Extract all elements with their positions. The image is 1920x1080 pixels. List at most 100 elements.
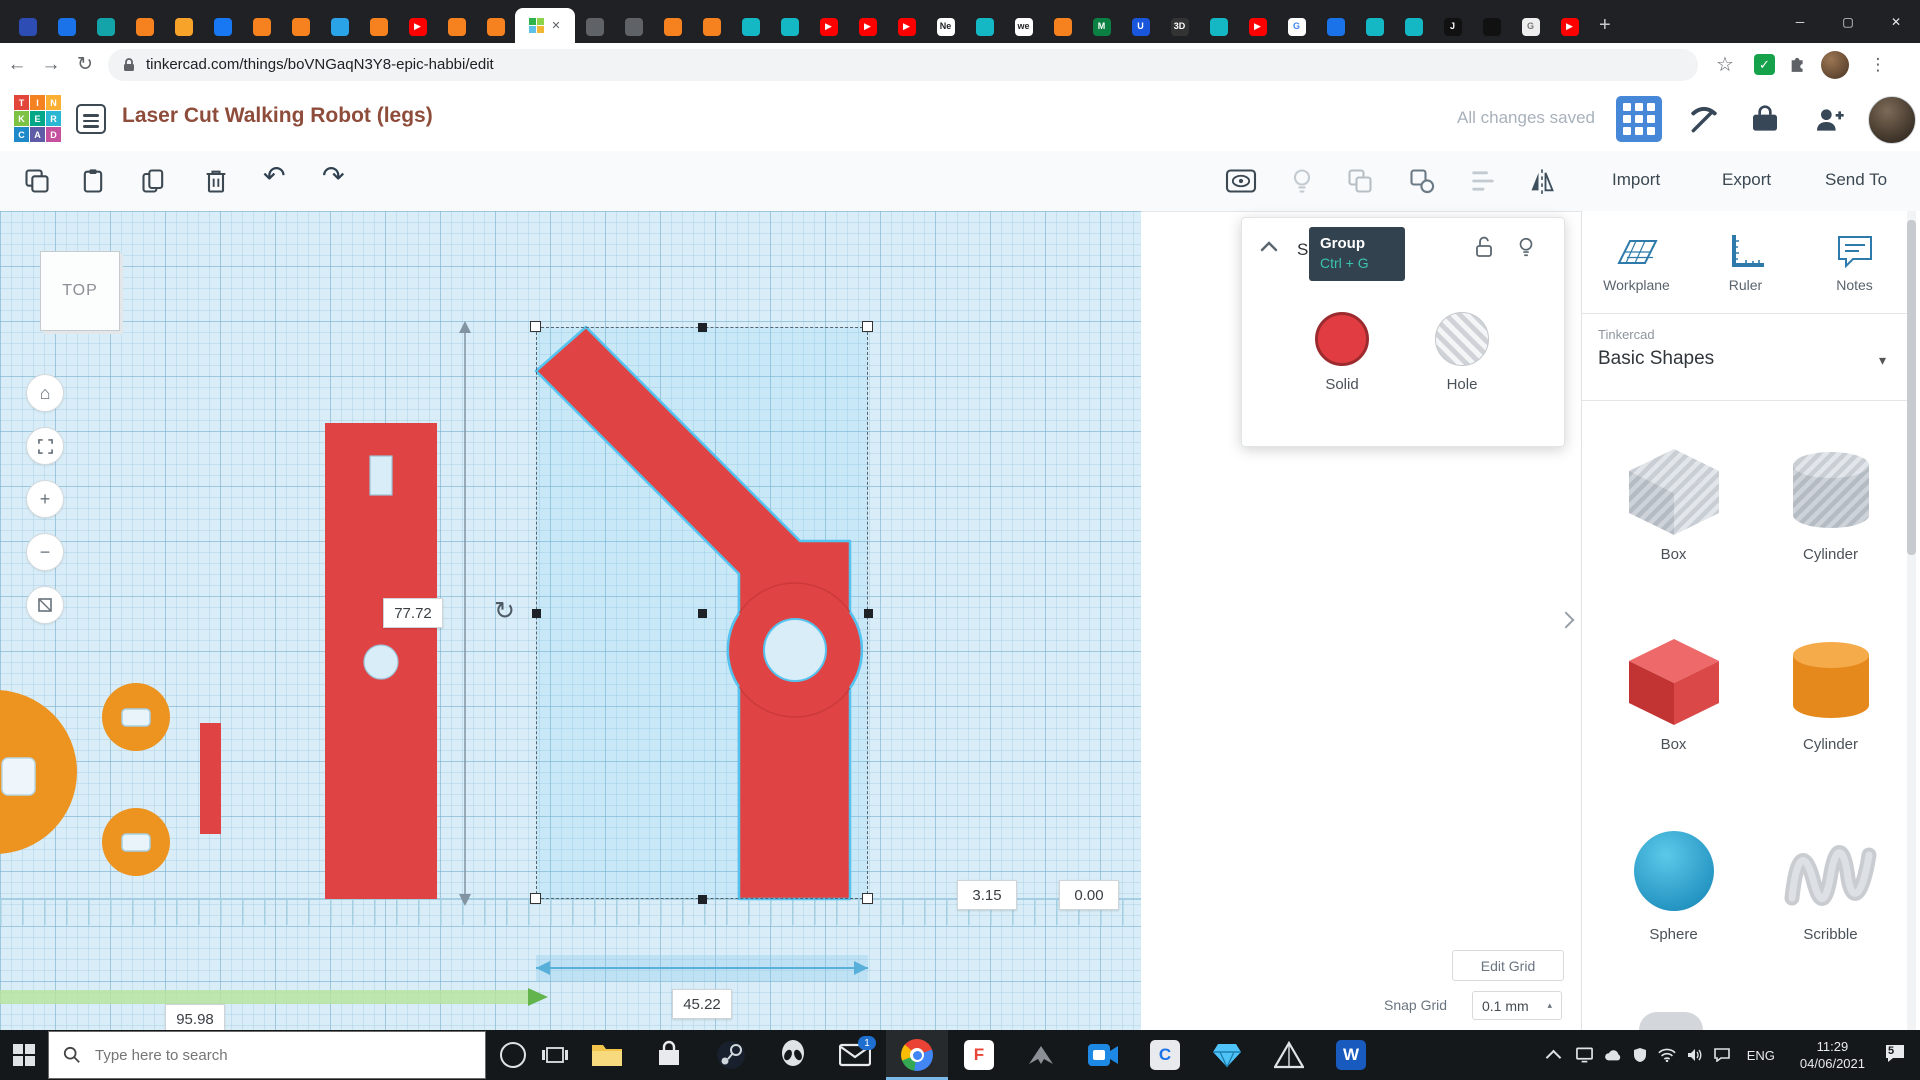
browser-tab[interactable]: M (1082, 10, 1121, 43)
taskbar-icon-prism[interactable] (1258, 1030, 1320, 1080)
taskbar-search-box[interactable] (48, 1031, 486, 1079)
collapse-panel-chevron-icon[interactable] (1258, 238, 1280, 256)
delete-icon[interactable] (202, 167, 230, 195)
browser-tab[interactable] (8, 10, 47, 43)
browser-menu-kebab-icon[interactable]: ⋮ (1861, 55, 1895, 75)
undo-icon[interactable]: ↶ (263, 163, 286, 190)
red-bar-part[interactable] (200, 723, 221, 834)
forward-button[interactable]: → (34, 54, 68, 76)
category-caret-icon[interactable]: ▾ (1879, 352, 1886, 369)
shape-box-hole[interactable]: Box (1601, 443, 1746, 563)
browser-tab[interactable]: we (1004, 10, 1043, 43)
design-title[interactable]: Laser Cut Walking Robot (legs) (122, 104, 433, 128)
taskbar-icon-steam[interactable] (700, 1030, 762, 1080)
scale-handle-edge[interactable] (532, 609, 541, 618)
dimension-input-a[interactable]: 3.15 (957, 880, 1017, 910)
perspective-toggle-button[interactable] (26, 586, 64, 624)
lightbulb-icon[interactable] (1288, 167, 1316, 195)
home-view-button[interactable]: ⌂ (26, 374, 64, 412)
shape-partial-next-row[interactable] (1639, 1012, 1703, 1030)
tinkercad-logo[interactable]: TIN KER CAD (14, 95, 61, 142)
browser-tab[interactable] (86, 10, 125, 43)
orange-disc-2[interactable] (102, 808, 170, 876)
extensions-puzzle-icon[interactable] (1787, 54, 1809, 76)
tab-close-icon[interactable]: ✕ (551, 19, 560, 32)
copy-icon[interactable] (23, 167, 51, 195)
width-dimension-input[interactable]: 45.22 (672, 989, 732, 1019)
action-center-button[interactable]: 5 (1884, 1043, 1906, 1068)
minecraft-pickaxe-icon[interactable] (1688, 104, 1720, 136)
taskbar-icon-wings[interactable] (1010, 1030, 1072, 1080)
hole-swatch[interactable] (1435, 312, 1489, 366)
main-menu-icon[interactable] (76, 104, 106, 134)
browser-tab[interactable] (47, 10, 86, 43)
hide-lightbulb-icon[interactable] (1515, 235, 1537, 259)
search-input[interactable] (93, 1045, 437, 1065)
tray-icon-monitor[interactable] (1575, 1047, 1593, 1063)
browser-tab[interactable] (203, 10, 242, 43)
bookmark-star-icon[interactable]: ☆ (1708, 52, 1742, 77)
taskbar-icon-gem[interactable] (1196, 1030, 1258, 1080)
browser-tab[interactable] (476, 10, 515, 43)
browser-tab[interactable]: ▶ (1550, 10, 1589, 43)
taskbar-icon-store[interactable] (638, 1030, 700, 1080)
browser-tab[interactable] (164, 10, 203, 43)
browser-tab[interactable] (965, 10, 1004, 43)
browser-tab[interactable]: J (1433, 10, 1472, 43)
browser-tab[interactable]: ▶ (398, 10, 437, 43)
browser-tab[interactable]: ▶ (1238, 10, 1277, 43)
browser-tab[interactable] (1355, 10, 1394, 43)
show-all-eye-icon[interactable] (1224, 167, 1258, 195)
snap-grid-dropdown[interactable]: 0.1 mm ▴ (1472, 991, 1562, 1020)
taskbar-icon-mail[interactable]: 1 (824, 1030, 886, 1080)
account-avatar[interactable] (1868, 96, 1916, 144)
scale-handle-edge[interactable] (698, 895, 707, 904)
browser-tab[interactable]: ▶ (809, 10, 848, 43)
scale-handle-corner[interactable] (530, 321, 541, 332)
scale-handle-corner[interactable] (862, 893, 873, 904)
zoom-out-button[interactable]: − (26, 533, 64, 571)
browser-tab[interactable] (770, 10, 809, 43)
taskbar-icon-meet[interactable] (1072, 1030, 1134, 1080)
scale-handle-edge[interactable] (698, 323, 707, 332)
taskbar-icon-ctile[interactable]: C (1134, 1030, 1196, 1080)
extension-check-icon[interactable]: ✓ (1754, 54, 1775, 75)
scale-handle-corner[interactable] (530, 893, 541, 904)
start-button[interactable] (0, 1030, 48, 1080)
browser-tab[interactable] (575, 10, 614, 43)
lock-icon[interactable] (1473, 235, 1495, 259)
language-indicator[interactable]: ENG (1747, 1048, 1775, 1063)
browser-tab[interactable]: U (1121, 10, 1160, 43)
browser-tab[interactable] (125, 10, 164, 43)
browser-tab[interactable]: ▶ (887, 10, 926, 43)
shape-box-solid[interactable]: Box (1601, 633, 1746, 753)
window-minimize-button[interactable]: ─ (1776, 0, 1824, 43)
browser-tab[interactable]: G (1277, 10, 1316, 43)
shape-cylinder-hole[interactable]: Cylinder (1758, 443, 1903, 563)
brick-bag-icon[interactable] (1749, 104, 1781, 136)
browser-profile-avatar[interactable] (1821, 50, 1849, 79)
taskbar-icon-ftile[interactable]: F (948, 1030, 1010, 1080)
tray-expand-chevron-icon[interactable] (1545, 1049, 1562, 1065)
taskbar-icon-explorer[interactable] (576, 1030, 638, 1080)
browser-tab[interactable] (1043, 10, 1082, 43)
browser-tab[interactable] (242, 10, 281, 43)
browser-tab[interactable] (1199, 10, 1238, 43)
sidebar-scrollbar-thumb[interactable] (1907, 220, 1916, 555)
move-handle-center[interactable] (698, 609, 707, 618)
browser-tab[interactable] (359, 10, 398, 43)
back-button[interactable]: ← (0, 54, 34, 76)
export-button[interactable]: Export (1722, 170, 1771, 190)
import-button[interactable]: Import (1612, 170, 1660, 190)
url-omnibox[interactable]: tinkercad.com/things/boVNGaqN3Y8-epic-ha… (108, 48, 1698, 81)
edit-grid-button[interactable]: Edit Grid (1452, 950, 1564, 981)
refresh-button[interactable]: ↻ (68, 53, 102, 76)
notes-tool[interactable]: Notes (1800, 233, 1909, 293)
cortana-button[interactable] (500, 1042, 526, 1068)
window-maximize-button[interactable]: ▢ (1824, 0, 1872, 43)
invite-person-icon[interactable] (1813, 104, 1845, 136)
group-icon[interactable] (1346, 167, 1374, 195)
tray-icon-chat[interactable] (1713, 1048, 1730, 1062)
browser-tab[interactable]: G (1511, 10, 1550, 43)
taskbar-icon-chrome[interactable] (886, 1030, 948, 1080)
